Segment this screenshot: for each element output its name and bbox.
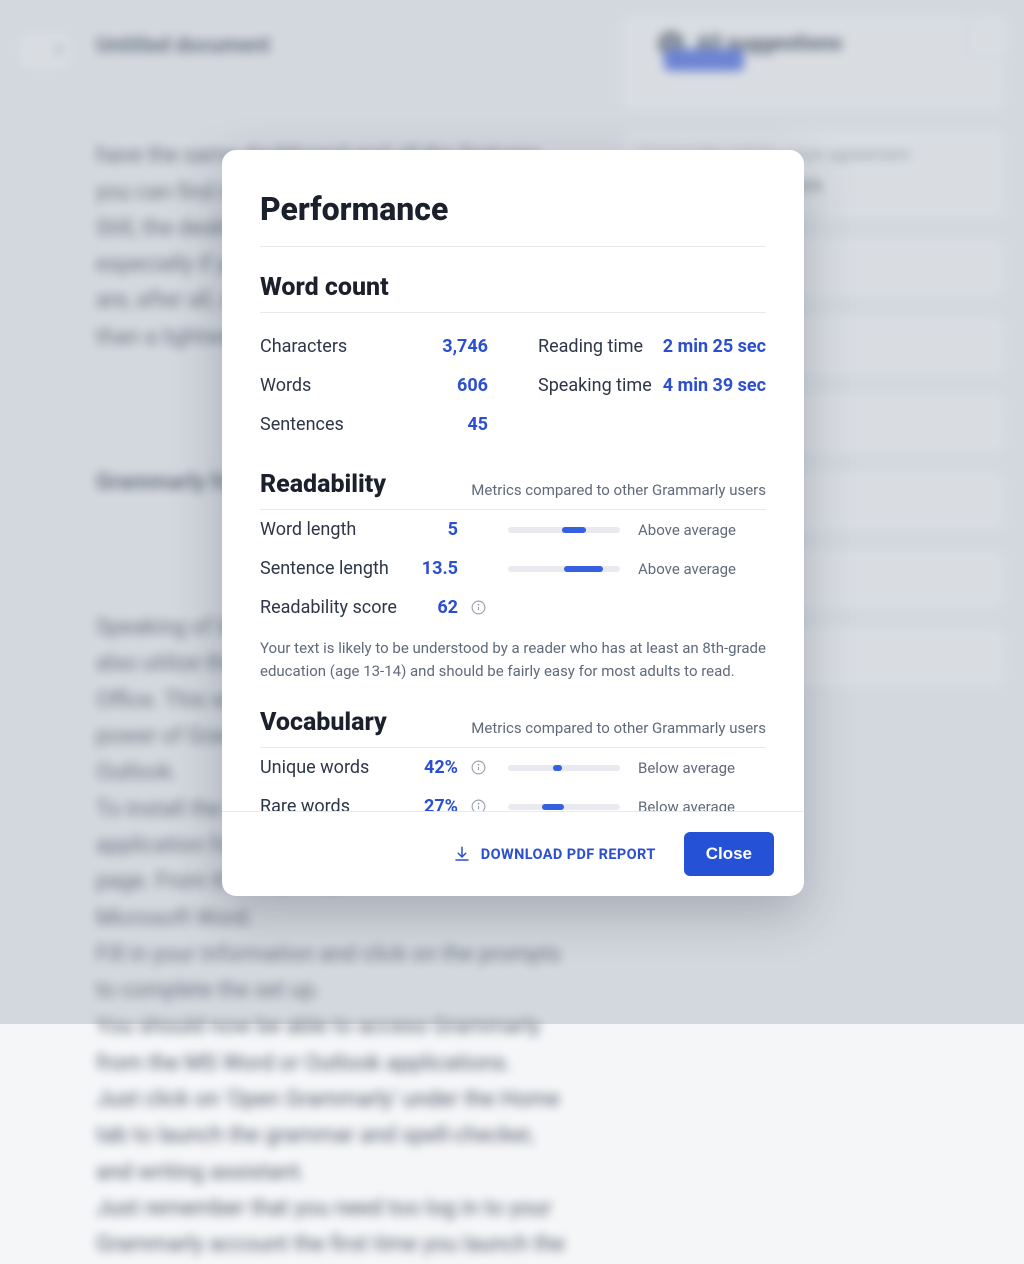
metric-unique-words: Unique words 42% Below average: [260, 748, 766, 787]
readability-explain: Your text is likely to be understood by …: [260, 637, 766, 682]
vocabulary-heading: Vocabulary: [260, 708, 387, 737]
stat-sentences: Sentences 45: [260, 405, 488, 444]
bar-rare-words: [508, 804, 620, 810]
readability-heading: Readability: [260, 470, 386, 499]
info-icon[interactable]: [470, 759, 490, 776]
info-icon[interactable]: [470, 798, 490, 811]
metric-readability-score: Readability score 62: [260, 588, 766, 627]
readability-subtext: Metrics compared to other Grammarly user…: [471, 481, 766, 499]
vocabulary-section: Vocabulary Metrics compared to other Gra…: [260, 708, 766, 811]
bar-sentence-length: [508, 566, 620, 572]
bar-unique-words: [508, 765, 620, 771]
modal-footer: DOWNLOAD PDF REPORT Close: [222, 811, 804, 896]
download-icon: [453, 845, 471, 863]
metric-word-length: Word length 5 Above average: [260, 510, 766, 549]
download-pdf-button[interactable]: DOWNLOAD PDF REPORT: [453, 845, 656, 863]
stat-words: Words 606: [260, 366, 488, 405]
info-icon[interactable]: [470, 599, 490, 616]
modal-title: Performance: [260, 190, 766, 247]
performance-modal: Performance Word count Characters 3,746 …: [222, 150, 804, 896]
readability-section: Readability Metrics compared to other Gr…: [260, 470, 766, 682]
wordcount-section: Word count Characters 3,746 Words 606 Se…: [260, 273, 766, 444]
metric-sentence-length: Sentence length 13.5 Above average: [260, 549, 766, 588]
bar-word-length: [508, 527, 620, 533]
stat-characters: Characters 3,746: [260, 327, 488, 366]
wordcount-heading: Word count: [260, 273, 389, 302]
stat-reading-time: Reading time 2 min 25 sec: [538, 327, 766, 366]
stat-speaking-time: Speaking time 4 min 39 sec: [538, 366, 766, 405]
modal-scroll[interactable]: Performance Word count Characters 3,746 …: [222, 150, 804, 811]
metric-rare-words: Rare words 27% Below average: [260, 787, 766, 811]
vocabulary-subtext: Metrics compared to other Grammarly user…: [471, 719, 766, 737]
close-button[interactable]: Close: [684, 832, 774, 876]
